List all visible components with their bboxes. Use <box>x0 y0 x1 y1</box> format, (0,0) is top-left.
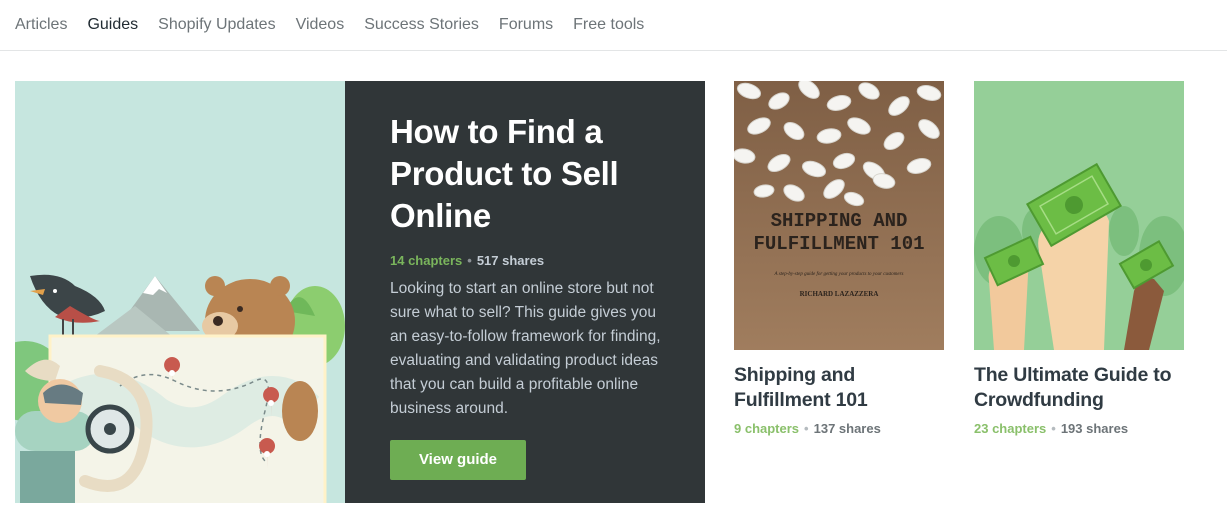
card-meta: 9 chapters • 137 shares <box>734 421 944 436</box>
nav-item-shopify-updates[interactable]: Shopify Updates <box>158 16 275 34</box>
nav-item-guides[interactable]: Guides <box>87 16 138 34</box>
top-navigation: Articles Guides Shopify Updates Videos S… <box>0 0 1227 51</box>
card-title[interactable]: Shipping and Fulfillment 101 <box>734 363 944 413</box>
meta-separator: • <box>1051 421 1056 436</box>
packing-peanuts-cardboard-image: SHIPPING AND FULFILLMENT 101 A step-by-s… <box>734 81 944 350</box>
shipping-cover-image[interactable]: SHIPPING AND FULFILLMENT 101 A step-by-s… <box>734 81 944 350</box>
cover-subtitle: A step-by-step guide for getting your pr… <box>773 272 903 277</box>
featured-guide: How to Find a Product to Sell Online 14 … <box>15 81 705 503</box>
cover-heading-line1: SHIPPING AND <box>771 210 908 232</box>
guide-card-shipping[interactable]: SHIPPING AND FULFILLMENT 101 A step-by-s… <box>734 81 944 436</box>
share-count: 193 shares <box>1060 421 1129 436</box>
hero-title[interactable]: How to Find a Product to Sell Online <box>390 111 665 237</box>
cover-author: RICHARD LAZAZZERA <box>800 290 879 298</box>
chapter-count: 14 chapters <box>390 253 463 268</box>
cover-heading-line2: FULFILLMENT 101 <box>753 233 924 255</box>
nav-item-articles[interactable]: Articles <box>15 16 67 34</box>
chapter-count: 9 chapters <box>734 421 800 436</box>
nav-list: Articles Guides Shopify Updates Videos S… <box>0 0 1227 50</box>
bear-explorer-illustration <box>15 274 345 503</box>
card-meta: 23 chapters • 193 shares <box>974 421 1184 436</box>
crowdfunding-cover-image[interactable] <box>974 81 1184 350</box>
view-guide-button[interactable]: View guide <box>390 440 526 480</box>
hands-holding-money-image <box>974 81 1184 350</box>
hero-meta: 14 chapters • 517 shares <box>390 253 665 268</box>
nav-item-videos[interactable]: Videos <box>296 16 345 34</box>
hero-illustration[interactable] <box>15 81 345 503</box>
share-count: 517 shares <box>476 253 545 268</box>
nav-item-success-stories[interactable]: Success Stories <box>364 16 479 34</box>
meta-separator: • <box>467 253 472 268</box>
share-count: 137 shares <box>813 421 881 436</box>
hero-content-panel: How to Find a Product to Sell Online 14 … <box>345 81 705 503</box>
nav-item-forums[interactable]: Forums <box>499 16 553 34</box>
chapter-count: 23 chapters <box>974 421 1047 436</box>
card-title[interactable]: The Ultimate Guide to Crowdfunding <box>974 363 1184 413</box>
guide-card-crowdfunding[interactable]: The Ultimate Guide to Crowdfunding 23 ch… <box>974 81 1184 436</box>
meta-separator: • <box>804 421 809 436</box>
hero-description: Looking to start an online store but not… <box>390 280 661 417</box>
nav-item-free-tools[interactable]: Free tools <box>573 16 644 34</box>
